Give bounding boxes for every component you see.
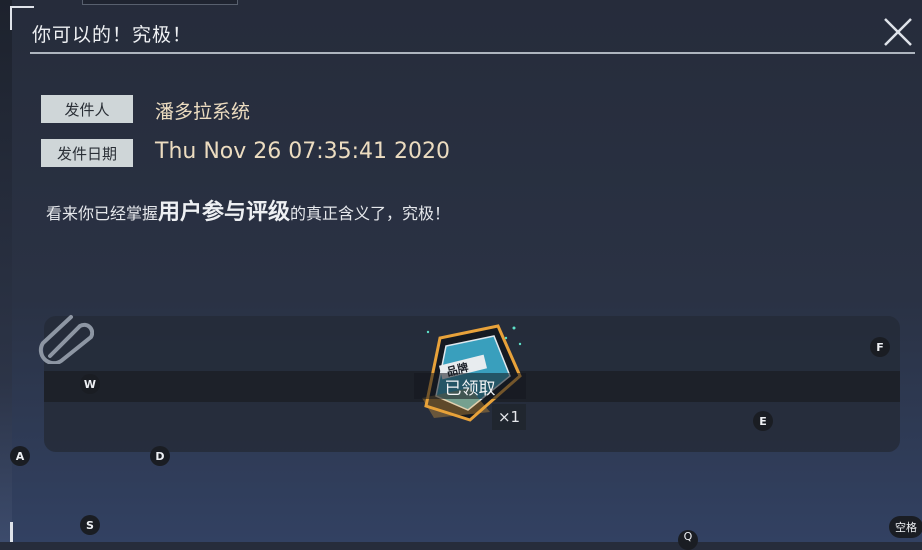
mail-title: 你可以的！究极！ bbox=[32, 24, 193, 46]
claimed-status: 已领取 bbox=[414, 373, 526, 399]
close-icon[interactable] bbox=[882, 16, 914, 48]
corner-bracket-top-left bbox=[10, 6, 34, 30]
date-value: Thu Nov 26 07:35:41 2020 bbox=[155, 139, 451, 164]
sender-label: 发件人 bbox=[41, 95, 133, 123]
key-hint-space: 空格 bbox=[889, 516, 922, 538]
date-label: 发件日期 bbox=[41, 139, 133, 167]
item-quantity: ×1 bbox=[492, 404, 526, 430]
body-prefix: 看来你已经掌握 bbox=[46, 204, 159, 223]
key-hint-w: W bbox=[80, 374, 100, 394]
key-hint-cut: Q bbox=[678, 530, 698, 550]
mail-body: 看来你已经掌握用户参与评级的真正含义了，究极！ bbox=[46, 194, 450, 226]
corner-bracket-bottom-left bbox=[10, 522, 17, 542]
body-emphasis: 用户参与评级 bbox=[158, 200, 291, 225]
key-hint-a: A bbox=[10, 446, 30, 466]
top-bar-fragment bbox=[82, 0, 238, 5]
key-hint-s: S bbox=[80, 515, 100, 535]
key-hint-e: E bbox=[753, 411, 773, 431]
title-divider bbox=[30, 52, 915, 54]
key-hint-f: F bbox=[870, 337, 890, 357]
sender-value: 潘多拉系统 bbox=[155, 101, 251, 123]
key-hint-d: D bbox=[150, 446, 170, 466]
body-suffix: 的真正含义了，究极！ bbox=[290, 204, 451, 223]
paperclip-icon bbox=[38, 315, 94, 364]
